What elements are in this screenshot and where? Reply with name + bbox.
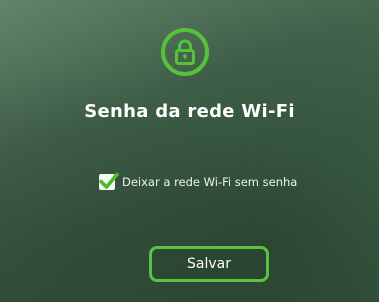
wifi-password-dialog: Senha da rede Wi-Fi Deixar a rede Wi-Fi … (0, 0, 379, 302)
dialog-title: Senha da rede Wi-Fi (84, 101, 295, 122)
save-button[interactable]: Salvar (149, 246, 269, 282)
no-password-label[interactable]: Deixar a rede Wi-Fi sem senha (122, 173, 312, 191)
lock-icon (161, 28, 209, 76)
no-password-checkbox[interactable] (99, 172, 119, 190)
checkmark-icon (99, 172, 119, 189)
lock-icon-graphic (175, 39, 195, 65)
